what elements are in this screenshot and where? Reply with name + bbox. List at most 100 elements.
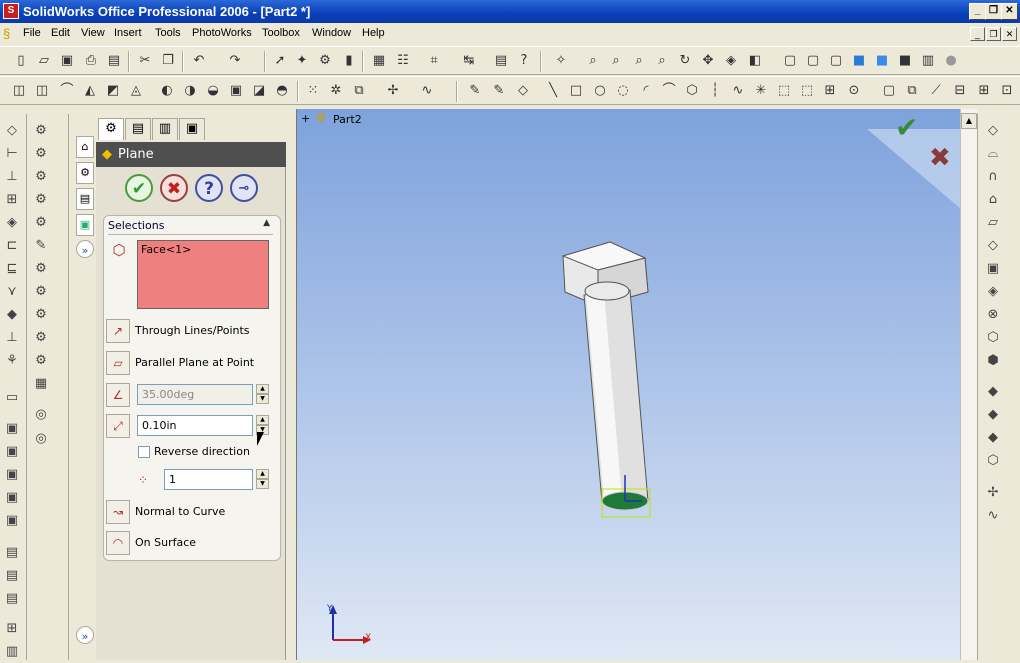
perspective-icon[interactable]: ▥ (919, 52, 937, 70)
realview-icon[interactable]: ● (942, 52, 960, 70)
help-icon[interactable]: ? (515, 52, 533, 70)
repair-sketch-icon[interactable]: ⊟ (951, 82, 969, 100)
help-button[interactable]: ? (195, 174, 223, 202)
pin-button[interactable]: ⊸ (230, 174, 258, 202)
surface-sweep-icon[interactable]: ∩ (984, 168, 1002, 186)
edit-component-icon[interactable]: ⚙ (32, 329, 50, 347)
distance-icon[interactable]: ⤢ (106, 414, 130, 438)
model-view-icon[interactable]: ▣ (3, 443, 21, 461)
chamfer-icon[interactable]: ◑ (181, 82, 199, 100)
surface-loft-icon[interactable]: ⌂ (984, 191, 1002, 209)
file-explorer-tab-icon[interactable]: ▤ (76, 188, 94, 210)
hidden-lines-visible-icon[interactable]: ▢ (804, 52, 822, 70)
radial-dim-icon[interactable]: ⋎ (3, 283, 21, 301)
menu-help[interactable]: Help (362, 27, 385, 39)
grid-icon[interactable]: ▦ (370, 52, 388, 70)
part-icon[interactable]: ⚙ (315, 111, 327, 126)
menu-file[interactable]: File (23, 27, 41, 39)
offset-surface-icon[interactable]: ▣ (984, 260, 1002, 278)
cut-extrude-icon[interactable]: ◩ (104, 82, 122, 100)
close-window-button[interactable]: ✕ (1001, 3, 1018, 20)
menu-tools[interactable]: Tools (155, 27, 181, 39)
collapse-icon[interactable]: ▲ (263, 218, 270, 228)
chamfer-dim-icon[interactable]: ◈ (3, 214, 21, 232)
move-component-icon[interactable]: ⚙ (32, 168, 50, 186)
fill-surface-icon[interactable]: ⬡ (984, 329, 1002, 347)
table-icon[interactable]: ▥ (3, 643, 21, 661)
horizontal-dim-icon[interactable]: ⊥ (3, 329, 21, 347)
broken-view-icon[interactable]: ▤ (3, 567, 21, 585)
expand-bottom-icon[interactable]: » (76, 626, 94, 644)
shaded-icon[interactable]: ■ (873, 52, 891, 70)
boundary-surface-icon[interactable]: ▱ (984, 214, 1002, 232)
point-icon[interactable]: ✳ (752, 82, 770, 100)
instant3d-icon[interactable]: ⊡ (998, 82, 1016, 100)
weldment-icon[interactable]: ◎ (32, 406, 50, 424)
menu-window[interactable]: Window (312, 27, 351, 39)
extrude-icon[interactable]: ◫ (10, 82, 28, 100)
rotate-component-icon[interactable]: ⚙ (32, 191, 50, 209)
mirror-entities-icon[interactable]: ⊙ (845, 82, 863, 100)
doc-restore-button[interactable]: ❐ (986, 27, 1001, 41)
radiate-surface-icon[interactable]: ◈ (984, 283, 1002, 301)
parallel-plane-icon[interactable]: ▱ (106, 351, 130, 375)
shaded-edges-icon[interactable]: ■ (850, 52, 868, 70)
diameter-dim-icon[interactable]: ◆ (3, 306, 21, 324)
graphics-area[interactable]: + ⚙ Part2 ✔ ✖ Y X (296, 109, 961, 660)
reverse-direction-checkbox[interactable] (138, 446, 150, 458)
offset-entities-icon[interactable]: ⬚ (798, 82, 816, 100)
pan-icon[interactable]: ✥ (699, 52, 717, 70)
propertymanager-tab-icon[interactable]: ▤ (125, 118, 151, 140)
number-of-planes-spinner[interactable]: ▲ ▼ (256, 469, 269, 490)
rapid-sketch-icon[interactable]: ⊞ (975, 82, 993, 100)
view-palette-tab-icon[interactable]: ▣ (76, 214, 94, 236)
smart-dimension-icon[interactable]: ◇ (514, 82, 532, 100)
linear-pattern-icon[interactable]: ⁙ (304, 82, 322, 100)
rectangle-icon[interactable]: □ (567, 82, 585, 100)
design-library-tab-icon[interactable]: ⚙ (76, 162, 94, 184)
section-view-icon[interactable]: ◈ (722, 52, 740, 70)
menu-insert[interactable]: Insert (114, 27, 142, 39)
selections-header[interactable]: Selections ▲ (108, 218, 273, 235)
aux-view-icon[interactable]: ▣ (3, 489, 21, 507)
sketch-icon[interactable]: ✎ (466, 82, 484, 100)
zoom-area-icon[interactable]: ⌕ (607, 52, 625, 70)
hole-icon[interactable]: ◓ (273, 82, 291, 100)
dome-icon[interactable]: ⬡ (984, 452, 1002, 470)
print-icon[interactable]: ⎙ (82, 52, 100, 70)
centerpoint-arc-icon[interactable]: ◌ (614, 82, 632, 100)
sketch-pattern-icon[interactable]: ▢ (880, 82, 898, 100)
standard-views-icon[interactable]: ◧ (746, 52, 764, 70)
mate-icon[interactable]: ⚙ (32, 145, 50, 163)
structural-member-icon[interactable]: ◎ (32, 430, 50, 448)
explode-icon[interactable]: ✎ (32, 237, 50, 255)
height-icon[interactable]: ⊢ (3, 145, 21, 163)
zoom-in-out-icon[interactable]: ⌕ (630, 52, 648, 70)
indent-icon[interactable]: ◆ (984, 429, 1002, 447)
menu-edit[interactable]: Edit (51, 27, 70, 39)
rib-icon[interactable]: ◒ (204, 82, 222, 100)
angle-icon[interactable]: ∠ (106, 383, 130, 407)
crop-view-icon[interactable]: ▤ (3, 590, 21, 608)
selected-face-item[interactable]: Face<1> (141, 243, 191, 256)
zoom-fit-icon[interactable]: ⌕ (584, 52, 602, 70)
options-icon[interactable]: ▮ (340, 52, 358, 70)
select-icon[interactable]: ➚ (271, 52, 289, 70)
new-icon[interactable]: ▯ (12, 52, 30, 70)
cancel-button[interactable]: ✖ (160, 174, 188, 202)
save-icon[interactable]: ▣ (58, 52, 76, 70)
bom-icon[interactable]: ⚙ (32, 352, 50, 370)
zoom-selection-icon[interactable]: ⌕ (653, 52, 671, 70)
minimize-button[interactable]: _ (969, 3, 986, 20)
pattern-component-icon[interactable]: ▦ (32, 375, 50, 393)
selection-list[interactable]: Face<1> (137, 240, 269, 309)
reference-geometry-icon[interactable]: ✢ (384, 82, 402, 100)
confirm-ok-icon[interactable]: ✔ (895, 111, 918, 144)
convert-entities-icon[interactable]: ⬚ (775, 82, 793, 100)
projected-view-icon[interactable]: ▣ (3, 466, 21, 484)
hide-show-icon[interactable]: ⚙ (32, 283, 50, 301)
layers-icon[interactable]: ☷ (394, 52, 412, 70)
featuremanager-tab-icon[interactable]: ⚙ (98, 118, 124, 140)
revolve-icon[interactable]: ◫ (33, 82, 51, 100)
detail-view-icon[interactable]: ▤ (3, 544, 21, 562)
